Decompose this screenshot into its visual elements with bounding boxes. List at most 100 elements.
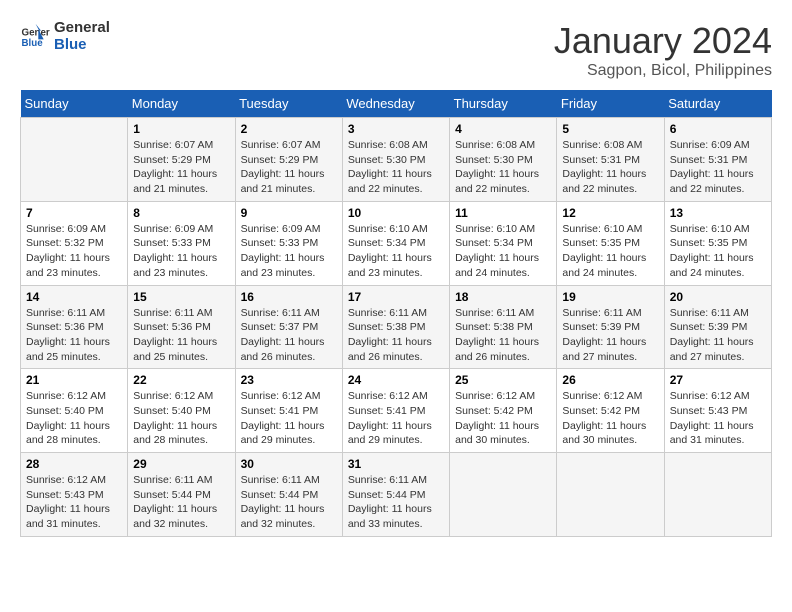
day-info: Sunrise: 6:10 AMSunset: 5:34 PMDaylight:… <box>348 222 444 281</box>
day-info: Sunrise: 6:11 AMSunset: 5:36 PMDaylight:… <box>26 306 122 365</box>
day-info: Sunrise: 6:12 AMSunset: 5:43 PMDaylight:… <box>670 389 766 448</box>
day-number: 4 <box>455 122 551 136</box>
day-cell: 2Sunrise: 6:07 AMSunset: 5:29 PMDaylight… <box>235 118 342 202</box>
logo-icon: General Blue <box>20 22 50 52</box>
day-number: 6 <box>670 122 766 136</box>
day-number: 22 <box>133 373 229 387</box>
day-cell <box>664 453 771 537</box>
day-number: 16 <box>241 290 337 304</box>
header-cell-tuesday: Tuesday <box>235 90 342 118</box>
calendar-header-row: SundayMondayTuesdayWednesdayThursdayFrid… <box>21 90 772 118</box>
title-area: January 2024 Sagpon, Bicol, Philippines <box>554 20 772 80</box>
day-info: Sunrise: 6:11 AMSunset: 5:44 PMDaylight:… <box>241 473 337 532</box>
day-cell: 27 Sunrise: 6:12 AMSunset: 5:43 PMDayligh… <box>664 369 771 453</box>
day-cell: 19 Sunrise: 6:11 AMSunset: 5:39 PMDayligh… <box>557 285 664 369</box>
day-cell: 22 Sunrise: 6:12 AMSunset: 5:40 PMDayligh… <box>128 369 235 453</box>
day-info: Sunrise: 6:08 AMSunset: 5:30 PMDaylight:… <box>455 138 551 197</box>
week-row-2: 14 Sunrise: 6:11 AMSunset: 5:36 PMDayligh… <box>21 285 772 369</box>
header-cell-wednesday: Wednesday <box>342 90 449 118</box>
svg-text:General: General <box>22 27 51 38</box>
subtitle: Sagpon, Bicol, Philippines <box>554 62 772 80</box>
day-cell: 4 Sunrise: 6:08 AMSunset: 5:30 PMDaylight… <box>450 118 557 202</box>
svg-text:Blue: Blue <box>22 38 44 49</box>
day-number: 20 <box>670 290 766 304</box>
week-row-1: 7 Sunrise: 6:09 AMSunset: 5:32 PMDaylight… <box>21 201 772 285</box>
day-info: Sunrise: 6:10 AMSunset: 5:34 PMDaylight:… <box>455 222 551 281</box>
day-number: 14 <box>26 290 122 304</box>
day-info: Sunrise: 6:12 AMSunset: 5:40 PMDaylight:… <box>26 389 122 448</box>
day-info: Sunrise: 6:12 AMSunset: 5:42 PMDaylight:… <box>562 389 658 448</box>
day-number: 18 <box>455 290 551 304</box>
day-cell: 3 Sunrise: 6:08 AMSunset: 5:30 PMDaylight… <box>342 118 449 202</box>
day-cell: 12 Sunrise: 6:10 AMSunset: 5:35 PMDayligh… <box>557 201 664 285</box>
day-number: 11 <box>455 206 551 220</box>
calendar-table: SundayMondayTuesdayWednesdayThursdayFrid… <box>20 90 772 537</box>
day-number: 10 <box>348 206 444 220</box>
day-cell: 14 Sunrise: 6:11 AMSunset: 5:36 PMDayligh… <box>21 285 128 369</box>
day-info: Sunrise: 6:11 AMSunset: 5:39 PMDaylight:… <box>562 306 658 365</box>
day-number: 17 <box>348 290 444 304</box>
day-info: Sunrise: 6:10 AMSunset: 5:35 PMDaylight:… <box>670 222 766 281</box>
day-cell: 17Sunrise: 6:11 AMSunset: 5:38 PMDayligh… <box>342 285 449 369</box>
day-cell: 24Sunrise: 6:12 AMSunset: 5:41 PMDayligh… <box>342 369 449 453</box>
day-number: 21 <box>26 373 122 387</box>
day-cell: 20 Sunrise: 6:11 AMSunset: 5:39 PMDayligh… <box>664 285 771 369</box>
day-number: 9 <box>241 206 337 220</box>
day-cell: 21 Sunrise: 6:12 AMSunset: 5:40 PMDayligh… <box>21 369 128 453</box>
header-cell-friday: Friday <box>557 90 664 118</box>
day-number: 7 <box>26 206 122 220</box>
day-cell: 1Sunrise: 6:07 AMSunset: 5:29 PMDaylight… <box>128 118 235 202</box>
day-info: Sunrise: 6:12 AMSunset: 5:43 PMDaylight:… <box>26 473 122 532</box>
week-row-0: 1Sunrise: 6:07 AMSunset: 5:29 PMDaylight… <box>21 118 772 202</box>
header-cell-thursday: Thursday <box>450 90 557 118</box>
day-cell: 8 Sunrise: 6:09 AMSunset: 5:33 PMDaylight… <box>128 201 235 285</box>
day-number: 19 <box>562 290 658 304</box>
day-number: 5 <box>562 122 658 136</box>
day-info: Sunrise: 6:11 AMSunset: 5:37 PMDaylight:… <box>241 306 337 365</box>
logo-general: General <box>54 20 110 37</box>
day-number: 2 <box>241 122 337 136</box>
day-number: 8 <box>133 206 229 220</box>
day-info: Sunrise: 6:08 AMSunset: 5:30 PMDaylight:… <box>348 138 444 197</box>
week-row-3: 21 Sunrise: 6:12 AMSunset: 5:40 PMDayligh… <box>21 369 772 453</box>
day-cell <box>450 453 557 537</box>
day-info: Sunrise: 6:09 AMSunset: 5:33 PMDaylight:… <box>133 222 229 281</box>
day-cell: 7 Sunrise: 6:09 AMSunset: 5:32 PMDaylight… <box>21 201 128 285</box>
day-info: Sunrise: 6:09 AMSunset: 5:32 PMDaylight:… <box>26 222 122 281</box>
day-cell <box>21 118 128 202</box>
day-info: Sunrise: 6:09 AMSunset: 5:31 PMDaylight:… <box>670 138 766 197</box>
day-number: 25 <box>455 373 551 387</box>
main-title: January 2024 <box>554 20 772 62</box>
day-number: 3 <box>348 122 444 136</box>
header-cell-saturday: Saturday <box>664 90 771 118</box>
day-cell: 6 Sunrise: 6:09 AMSunset: 5:31 PMDaylight… <box>664 118 771 202</box>
day-info: Sunrise: 6:08 AMSunset: 5:31 PMDaylight:… <box>562 138 658 197</box>
day-number: 27 <box>670 373 766 387</box>
logo-blue: Blue <box>54 37 110 54</box>
day-cell: 23Sunrise: 6:12 AMSunset: 5:41 PMDayligh… <box>235 369 342 453</box>
day-info: Sunrise: 6:12 AMSunset: 5:42 PMDaylight:… <box>455 389 551 448</box>
day-cell: 29Sunrise: 6:11 AMSunset: 5:44 PMDayligh… <box>128 453 235 537</box>
day-info: Sunrise: 6:11 AMSunset: 5:39 PMDaylight:… <box>670 306 766 365</box>
day-number: 15 <box>133 290 229 304</box>
day-info: Sunrise: 6:10 AMSunset: 5:35 PMDaylight:… <box>562 222 658 281</box>
day-cell: 26 Sunrise: 6:12 AMSunset: 5:42 PMDayligh… <box>557 369 664 453</box>
day-number: 26 <box>562 373 658 387</box>
day-cell: 28Sunrise: 6:12 AMSunset: 5:43 PMDayligh… <box>21 453 128 537</box>
day-cell: 30Sunrise: 6:11 AMSunset: 5:44 PMDayligh… <box>235 453 342 537</box>
day-cell: 10 Sunrise: 6:10 AMSunset: 5:34 PMDayligh… <box>342 201 449 285</box>
logo: General Blue General Blue <box>20 20 110 53</box>
day-cell: 25 Sunrise: 6:12 AMSunset: 5:42 PMDayligh… <box>450 369 557 453</box>
day-cell: 11 Sunrise: 6:10 AMSunset: 5:34 PMDayligh… <box>450 201 557 285</box>
day-cell: 15Sunrise: 6:11 AMSunset: 5:36 PMDayligh… <box>128 285 235 369</box>
day-number: 1 <box>133 122 229 136</box>
week-row-4: 28Sunrise: 6:12 AMSunset: 5:43 PMDayligh… <box>21 453 772 537</box>
day-cell: 9Sunrise: 6:09 AMSunset: 5:33 PMDaylight… <box>235 201 342 285</box>
day-number: 12 <box>562 206 658 220</box>
day-cell: 13Sunrise: 6:10 AMSunset: 5:35 PMDayligh… <box>664 201 771 285</box>
day-number: 31 <box>348 457 444 471</box>
header-cell-sunday: Sunday <box>21 90 128 118</box>
header-cell-monday: Monday <box>128 90 235 118</box>
header: General Blue General Blue January 2024 S… <box>20 20 772 80</box>
day-info: Sunrise: 6:12 AMSunset: 5:40 PMDaylight:… <box>133 389 229 448</box>
